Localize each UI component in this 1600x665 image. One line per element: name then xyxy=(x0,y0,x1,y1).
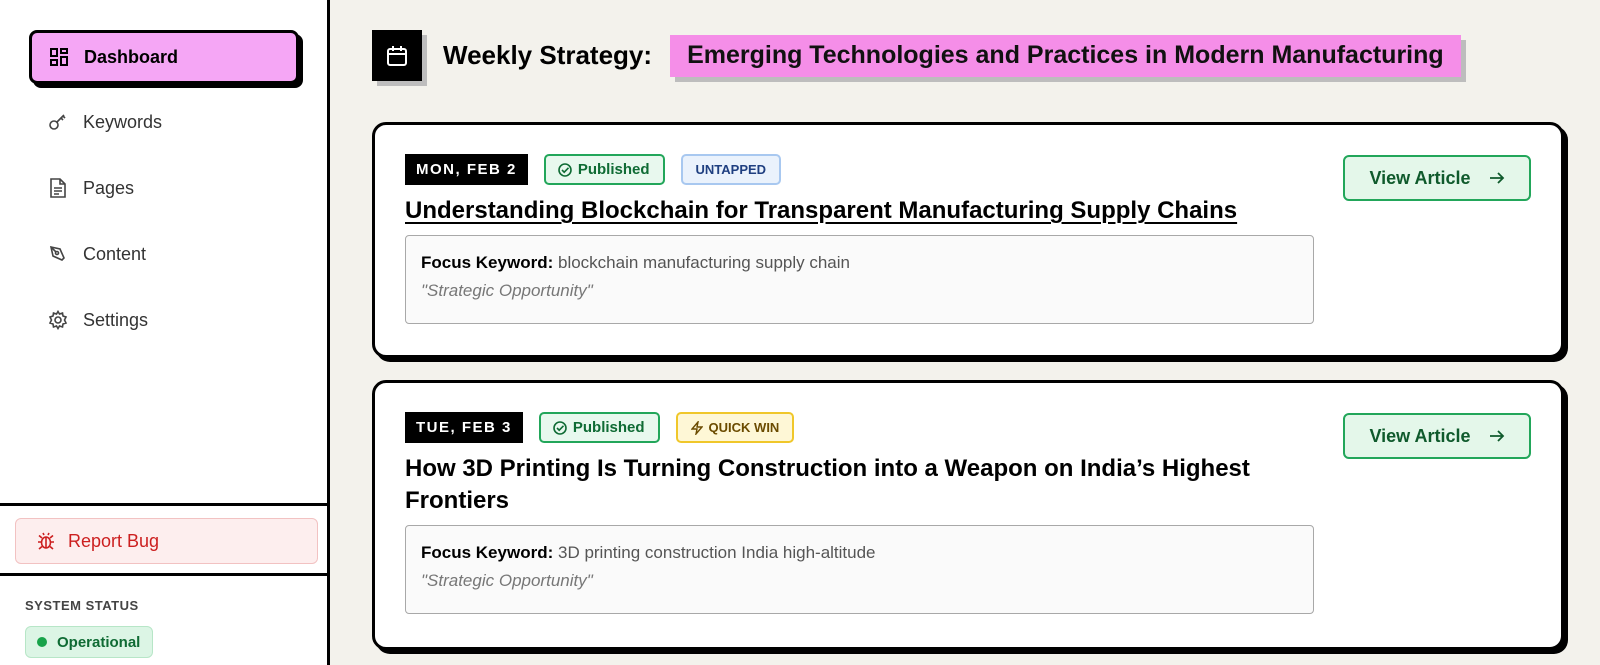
status-badge: Published xyxy=(538,412,660,443)
article-badges: TUE, FEB 3 Published QUICK WIN xyxy=(405,412,1314,443)
check-circle-icon xyxy=(553,420,567,435)
sidebar-item-content[interactable]: Content xyxy=(29,226,299,282)
sidebar-nav: Dashboard Keywords Pages Content Setting… xyxy=(0,0,327,348)
main-content: Weekly Strategy: Emerging Technologies a… xyxy=(333,0,1600,665)
sidebar-item-label: Content xyxy=(83,243,147,264)
focus-keyword-label: Focus Keyword: xyxy=(421,543,554,562)
article-badges: MON, FEB 2 Published UNTAPPED xyxy=(405,154,1314,185)
sidebar-divider xyxy=(0,573,330,576)
system-status-label: SYSTEM STATUS xyxy=(25,598,139,613)
sidebar-item-label: Dashboard xyxy=(84,46,179,67)
strategy-note: "Strategic Opportunity" xyxy=(421,571,593,590)
key-icon xyxy=(47,111,69,133)
focus-keyword-box: Focus Keyword: 3D printing construction … xyxy=(405,525,1314,614)
sidebar-item-settings[interactable]: Settings xyxy=(29,292,299,348)
arrow-right-icon xyxy=(1489,171,1505,185)
sidebar-item-label: Settings xyxy=(83,309,149,330)
page-header: Weekly Strategy: Emerging Technologies a… xyxy=(372,30,1461,81)
focus-keyword-value: blockchain manufacturing supply chain xyxy=(557,253,850,272)
sidebar-item-label: Keywords xyxy=(83,111,163,132)
article-card: TUE, FEB 3 Published QUICK WIN How 3D Pr… xyxy=(372,380,1564,650)
check-circle-icon xyxy=(558,162,572,177)
opportunity-tag: QUICK WIN xyxy=(675,412,795,443)
weekly-theme: Emerging Technologies and Practices in M… xyxy=(670,34,1461,77)
article-title[interactable]: How 3D Printing Is Turning Construction … xyxy=(405,453,1314,517)
article-title[interactable]: Understanding Blockchain for Transparent… xyxy=(405,195,1314,227)
article-card: MON, FEB 2 Published UNTAPPED Understand… xyxy=(372,122,1564,358)
date-badge: MON, FEB 2 xyxy=(405,154,528,185)
view-article-button[interactable]: View Article xyxy=(1343,413,1531,459)
document-icon xyxy=(47,177,69,199)
page-title: Weekly Strategy: xyxy=(443,40,653,70)
view-article-button[interactable]: View Article xyxy=(1343,155,1531,201)
status-label: Published xyxy=(572,419,645,436)
status-dot-icon xyxy=(37,637,47,647)
focus-keyword-line: Focus Keyword: blockchain manufacturing … xyxy=(421,253,1298,273)
opportunity-tag: UNTAPPED xyxy=(680,154,782,185)
report-bug-label: Report Bug xyxy=(68,530,160,551)
focus-keyword-label: Focus Keyword: xyxy=(421,253,554,272)
sidebar-item-pages[interactable]: Pages xyxy=(29,160,299,216)
sidebar-divider xyxy=(0,503,330,506)
focus-keyword-line: Focus Keyword: 3D printing construction … xyxy=(421,543,1298,563)
article-card-body: TUE, FEB 3 Published QUICK WIN How 3D Pr… xyxy=(405,412,1314,614)
status-badge: Published xyxy=(543,154,665,185)
date-badge: TUE, FEB 3 xyxy=(405,412,523,443)
opportunity-tag-label: QUICK WIN xyxy=(708,420,780,435)
view-article-label: View Article xyxy=(1369,167,1471,188)
gear-icon xyxy=(47,309,69,331)
calendar-icon xyxy=(372,30,422,81)
pen-icon xyxy=(47,243,69,265)
focus-keyword-value: 3D printing construction India high-alti… xyxy=(557,543,876,562)
status-label: Published xyxy=(577,161,650,178)
system-status-badge: Operational xyxy=(25,626,154,658)
strategy-note: "Strategic Opportunity" xyxy=(421,281,593,300)
sidebar-item-keywords[interactable]: Keywords xyxy=(29,94,299,150)
sidebar: Dashboard Keywords Pages Content Setting… xyxy=(0,0,330,665)
article-card-body: MON, FEB 2 Published UNTAPPED Understand… xyxy=(405,154,1314,324)
sidebar-item-dashboard[interactable]: Dashboard xyxy=(29,30,299,84)
arrow-right-icon xyxy=(1489,429,1505,443)
bug-icon xyxy=(36,531,56,551)
system-status-value: Operational xyxy=(57,633,141,651)
focus-keyword-box: Focus Keyword: blockchain manufacturing … xyxy=(405,235,1314,324)
report-bug-button[interactable]: Report Bug xyxy=(15,518,318,564)
sidebar-item-label: Pages xyxy=(83,177,135,198)
dashboard-icon xyxy=(48,46,70,68)
view-article-label: View Article xyxy=(1369,425,1471,446)
lightning-icon xyxy=(690,420,703,435)
